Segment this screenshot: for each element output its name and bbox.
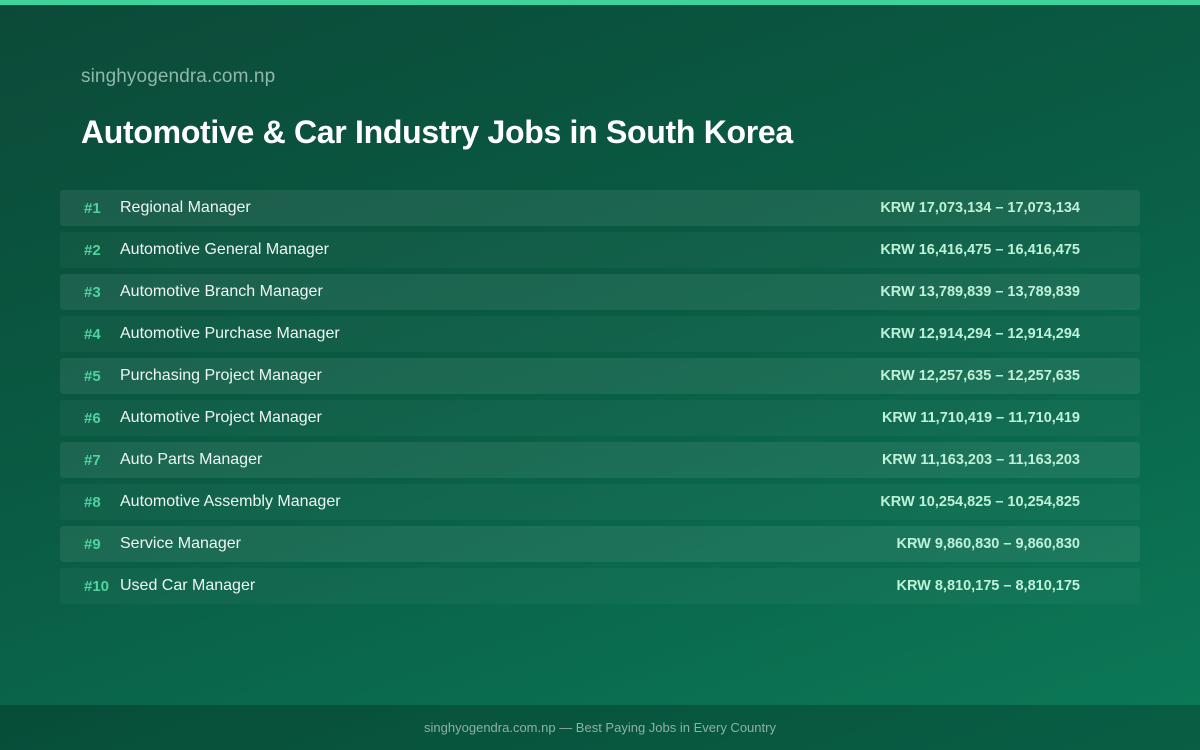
job-title: Automotive Assembly Manager	[120, 493, 341, 510]
job-rank: #3	[84, 283, 101, 301]
job-row: #8 Automotive Assembly Manager KRW 10,25…	[60, 484, 1140, 520]
footer-text: singhyogendra.com.np — Best Paying Jobs …	[424, 720, 776, 735]
job-rank: #7	[84, 451, 101, 469]
job-rank: #10	[84, 577, 110, 595]
job-row: #7 Auto Parts Manager KRW 11,163,203 – 1…	[60, 442, 1140, 478]
job-salary: KRW 17,073,134 – 17,073,134	[880, 200, 1080, 216]
job-rank: #4	[84, 325, 101, 343]
job-salary: KRW 13,789,839 – 13,789,839	[880, 284, 1080, 300]
job-rank: #6	[84, 409, 101, 427]
job-rank: #1	[84, 199, 101, 217]
footer-bar: singhyogendra.com.np — Best Paying Jobs …	[0, 705, 1200, 750]
site-name: singhyogendra.com.np	[81, 66, 276, 87]
job-title: Purchasing Project Manager	[120, 367, 322, 384]
job-salary: KRW 12,914,294 – 12,914,294	[880, 326, 1080, 342]
job-title: Auto Parts Manager	[120, 451, 263, 468]
job-salary: KRW 12,257,635 – 12,257,635	[880, 368, 1080, 384]
job-row: #6 Automotive Project Manager KRW 11,710…	[60, 400, 1140, 436]
job-row: #5 Purchasing Project Manager KRW 12,257…	[60, 358, 1140, 394]
job-title: Used Car Manager	[120, 577, 256, 594]
job-title: Regional Manager	[120, 199, 251, 216]
job-title: Automotive Project Manager	[120, 409, 322, 426]
job-rank: #2	[84, 241, 101, 259]
top-accent-bar	[0, 0, 1200, 5]
job-row: #4 Automotive Purchase Manager KRW 12,91…	[60, 316, 1140, 352]
job-salary: KRW 8,810,175 – 8,810,175	[896, 578, 1080, 594]
job-title: Automotive Branch Manager	[120, 283, 323, 300]
job-title: Service Manager	[120, 535, 241, 552]
job-row: #2 Automotive General Manager KRW 16,416…	[60, 232, 1140, 268]
job-rank: #8	[84, 493, 101, 511]
job-salary: KRW 11,163,203 – 11,163,203	[881, 452, 1080, 468]
job-salary: KRW 11,710,419 – 11,710,419	[881, 410, 1080, 426]
job-rank: #5	[84, 367, 101, 385]
job-title: Automotive Purchase Manager	[120, 325, 340, 342]
job-salary: KRW 10,254,825 – 10,254,825	[880, 494, 1080, 510]
job-salary: KRW 9,860,830 – 9,860,830	[896, 536, 1080, 552]
page-title: Automotive & Car Industry Jobs in South …	[81, 114, 793, 150]
job-row: #1 Regional Manager KRW 17,073,134 – 17,…	[60, 190, 1140, 226]
job-rank: #9	[84, 535, 101, 553]
job-title: Automotive General Manager	[120, 241, 329, 258]
job-salary: KRW 16,416,475 – 16,416,475	[880, 242, 1080, 258]
job-list: #1 Regional Manager KRW 17,073,134 – 17,…	[60, 190, 1140, 610]
job-row: #10 Used Car Manager KRW 8,810,175 – 8,8…	[60, 568, 1140, 604]
job-row: #9 Service Manager KRW 9,860,830 – 9,860…	[60, 526, 1140, 562]
job-row: #3 Automotive Branch Manager KRW 13,789,…	[60, 274, 1140, 310]
